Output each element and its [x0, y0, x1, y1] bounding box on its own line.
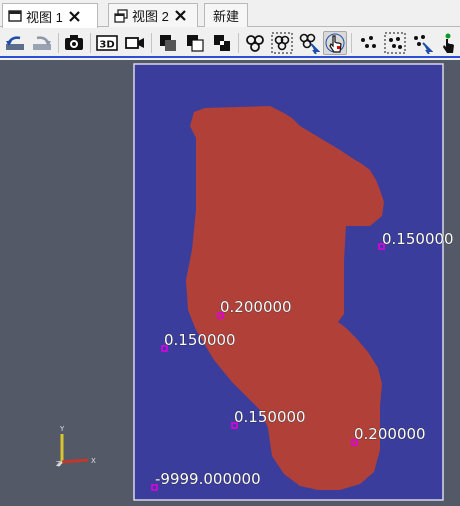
select-points-on-icon	[187, 35, 204, 52]
select-points-frustum-icon	[384, 32, 406, 54]
camera-icon	[125, 37, 144, 49]
reset-camera-button[interactable]	[3, 31, 27, 55]
tab-view-1[interactable]: 视图 1	[2, 3, 98, 28]
point-label: 0.150000	[234, 408, 306, 426]
select-points-icon	[361, 36, 376, 48]
select-points-frustum-button[interactable]	[383, 31, 407, 55]
interactive-select-icon	[299, 33, 320, 54]
capture-screenshot-button[interactable]	[62, 31, 86, 55]
point-label: 0.200000	[354, 425, 426, 443]
select-cells-frustum-icon	[214, 35, 230, 51]
axis-y-label: Y	[59, 425, 65, 433]
svg-text:3D: 3D	[99, 40, 114, 51]
tab-view-1-label: 视图 1	[26, 9, 63, 25]
restore-window-icon	[114, 8, 128, 23]
close-icon[interactable]	[68, 10, 81, 23]
axis-z-label: Z	[56, 460, 61, 468]
point-label: -9999.000000	[155, 470, 261, 488]
orientation-axes: Y X Z	[56, 425, 96, 468]
window-icon	[8, 10, 22, 22]
render-scene: 0.150000 0.200000 0.150000 0.150000 0.20…	[56, 63, 454, 501]
redo-camera-button[interactable]	[30, 31, 54, 55]
interactive-select-button[interactable]	[297, 31, 321, 55]
reset-camera-icon	[6, 36, 24, 50]
hover-points-button[interactable]	[323, 31, 347, 55]
render-view[interactable]: 0.150000 0.200000 0.150000 0.150000 0.20…	[0, 60, 460, 506]
toggle-3d-icon: 3D	[96, 35, 118, 51]
hover-cells-icon	[443, 33, 454, 53]
toggle-3d-button[interactable]: 3D	[95, 31, 119, 55]
view-tab-bar: 视图 1 视图 2 新建	[0, 0, 460, 28]
select-points-on-button[interactable]	[183, 31, 207, 55]
select-cells-polygon-button[interactable]	[243, 31, 267, 55]
interactive-points-button[interactable]	[410, 31, 434, 55]
hover-points-icon	[325, 33, 345, 53]
tab-view-2-label: 视图 2	[132, 9, 169, 24]
axis-x-label: X	[91, 457, 96, 465]
tab-new[interactable]: 新建	[204, 3, 248, 27]
point-label: 0.150000	[382, 230, 454, 248]
redo-camera-icon	[33, 36, 51, 50]
view-toolbar: 3D	[0, 28, 460, 58]
select-points-polygon-icon	[271, 32, 293, 54]
capture-screenshot-icon	[65, 35, 83, 50]
select-cells-on-button[interactable]	[156, 31, 180, 55]
camera-options-button[interactable]	[123, 31, 147, 55]
select-cells-polygon-icon	[246, 35, 264, 52]
tab-view-2[interactable]: 视图 2	[108, 3, 198, 27]
interactive-points-icon	[414, 35, 433, 54]
hover-cells-button[interactable]	[436, 31, 460, 55]
select-cells-on-icon	[160, 35, 176, 51]
point-label: 0.150000	[164, 331, 236, 349]
select-points-polygon-button[interactable]	[270, 31, 294, 55]
select-points-button[interactable]	[356, 31, 380, 55]
point-label: 0.200000	[220, 298, 292, 316]
close-icon[interactable]	[174, 9, 187, 22]
select-cells-frustum-button[interactable]	[210, 31, 234, 55]
tab-new-label: 新建	[212, 9, 239, 24]
